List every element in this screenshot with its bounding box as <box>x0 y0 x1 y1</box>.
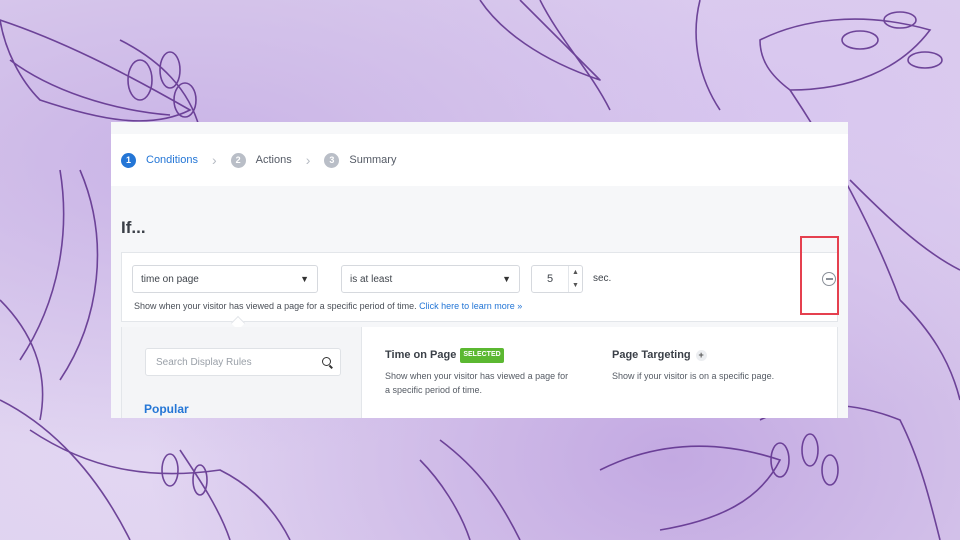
learn-more-link[interactable]: Click here to learn more » <box>419 301 522 311</box>
plus-icon[interactable]: + <box>695 350 707 362</box>
chevron-right-icon: › <box>305 152 311 168</box>
seconds-stepper[interactable]: 5 ▲ ▼ <box>531 265 583 293</box>
operator-value: is at least <box>350 273 393 285</box>
step-summary[interactable]: 3 Summary <box>324 152 397 168</box>
selected-badge: SELECTED <box>460 348 504 363</box>
decrement-icon[interactable]: ▼ <box>569 279 582 292</box>
card-title: Page Targeting <box>612 349 691 361</box>
card-title: Time on Page <box>385 349 457 361</box>
condition-value: time on page <box>141 273 199 285</box>
rule-card-page-targeting[interactable]: Page Targeting + Show if your visitor is… <box>612 347 822 384</box>
step-label: Conditions <box>146 154 198 166</box>
step-progress: 1 Conditions › 2 Actions › 3 Summary <box>111 134 848 186</box>
condition-row: time on page ▼ is at least ▼ 5 ▲ ▼ sec. … <box>121 252 838 322</box>
condition-help: Show when your visitor has viewed a page… <box>134 301 522 311</box>
seconds-value[interactable]: 5 <box>532 273 568 285</box>
rule-heading: If... <box>121 218 146 237</box>
chevron-down-icon: ▼ <box>300 274 309 284</box>
rules-sidebar: Search Display Rules Popular <box>122 327 362 418</box>
increment-icon[interactable]: ▲ <box>569 266 582 279</box>
highlight-box <box>800 236 839 315</box>
card-description: Show if your visitor is on a specific pa… <box>612 371 775 382</box>
help-text: Show when your visitor has viewed a page… <box>134 301 417 311</box>
spin-buttons: ▲ ▼ <box>568 266 582 292</box>
card-description: Show when your visitor has viewed a page… <box>385 371 569 382</box>
step-conditions[interactable]: 1 Conditions <box>121 152 198 168</box>
step-actions[interactable]: 2 Actions <box>230 152 292 168</box>
chevron-down-icon: ▼ <box>502 274 511 284</box>
operator-select[interactable]: is at least ▼ <box>341 265 520 293</box>
search-input[interactable]: Search Display Rules <box>145 348 341 376</box>
display-rules-panel: 1 Conditions › 2 Actions › 3 Summary If.… <box>111 122 848 418</box>
step-number: 1 <box>121 152 136 168</box>
rules-library: Search Display Rules Popular Time on Pag… <box>121 327 838 418</box>
unit-label: sec. <box>593 273 612 284</box>
category-popular[interactable]: Popular <box>144 402 189 416</box>
search-placeholder: Search Display Rules <box>156 356 252 368</box>
rule-card-time-on-page[interactable]: Time on Page SELECTED Show when your vis… <box>385 347 600 398</box>
search-icon[interactable] <box>322 357 331 366</box>
step-number: 2 <box>230 152 246 168</box>
card-description: a specific period of time. <box>385 384 483 395</box>
step-label: Actions <box>255 154 292 166</box>
step-label: Summary <box>349 154 397 166</box>
condition-select[interactable]: time on page ▼ <box>132 265 318 293</box>
chevron-right-icon: › <box>211 152 217 168</box>
step-number: 3 <box>324 152 340 168</box>
